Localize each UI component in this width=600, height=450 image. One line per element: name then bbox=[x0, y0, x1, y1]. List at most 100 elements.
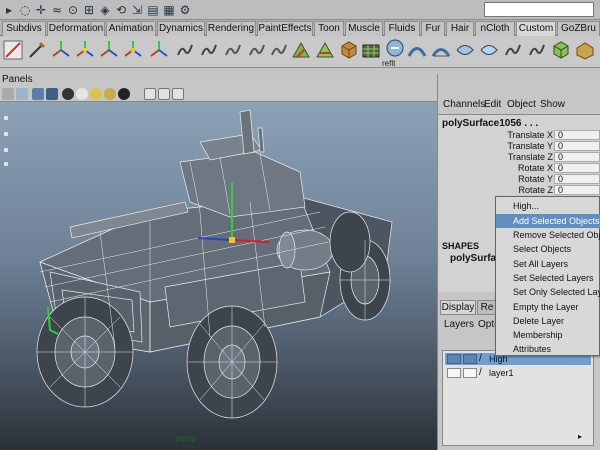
attribute-label[interactable]: Translate X bbox=[507, 130, 553, 140]
shelf-tab-custom[interactable]: Custom bbox=[516, 21, 556, 36]
shelf-tab-deformation[interactable]: Deformation bbox=[47, 21, 105, 36]
resolution-gate-icon[interactable] bbox=[172, 88, 184, 100]
shelf-bend-icon[interactable] bbox=[406, 39, 428, 61]
textured-icon[interactable] bbox=[46, 88, 58, 100]
input-ops-icon[interactable]: ⇲ bbox=[130, 3, 144, 17]
shelf-tab-gozbrush[interactable]: GoZBru bbox=[557, 21, 600, 36]
lasso-tool-icon[interactable]: ◌ bbox=[18, 3, 32, 17]
history-icon[interactable]: ⟲ bbox=[114, 3, 128, 17]
shelf-wave-icon[interactable] bbox=[526, 39, 548, 61]
layer-row-layer1[interactable]: / layer1 bbox=[445, 367, 591, 379]
camera-icon[interactable] bbox=[2, 88, 14, 100]
attribute-value-field[interactable]: 0 bbox=[554, 163, 600, 173]
menu-item-add-selected[interactable]: Add Selected Objects bbox=[496, 214, 600, 228]
shelf-move-icon[interactable] bbox=[50, 39, 72, 61]
shadows-icon[interactable] bbox=[90, 88, 102, 100]
layers-menu[interactable]: Layers bbox=[444, 319, 474, 330]
menu-item-empty-layer[interactable]: Empty the Layer bbox=[496, 300, 600, 314]
shelf-tab-hair[interactable]: Hair bbox=[446, 21, 474, 36]
smooth-shade-icon[interactable] bbox=[32, 88, 44, 100]
shelf-mirror-icon[interactable] bbox=[454, 39, 476, 61]
snap-plane-icon[interactable]: ⊞ bbox=[82, 3, 96, 17]
shelf-tab-animation[interactable]: Animation bbox=[106, 21, 156, 36]
scroll-arrow-icon[interactable]: ▸ bbox=[578, 432, 582, 441]
shelf-uv-icon[interactable] bbox=[314, 39, 336, 61]
attribute-label[interactable]: Translate Z bbox=[508, 152, 553, 162]
panels-menu[interactable]: Panels bbox=[2, 74, 33, 86]
object-menu[interactable]: Object bbox=[507, 99, 536, 110]
render-settings-icon[interactable]: ⚙ bbox=[178, 3, 192, 17]
attribute-value-field[interactable]: 0 bbox=[554, 185, 600, 195]
shelf-wave-icon[interactable] bbox=[502, 39, 524, 61]
shelf-wave-icon[interactable] bbox=[246, 39, 268, 61]
shelf-wave-icon[interactable] bbox=[268, 39, 290, 61]
menu-item-select-objects[interactable]: Select Objects bbox=[496, 242, 600, 256]
shelf-cube-icon[interactable] bbox=[338, 39, 360, 61]
wireframe-icon[interactable] bbox=[16, 88, 28, 100]
render-frame-icon[interactable]: ▤ bbox=[146, 3, 160, 17]
shelf-mirror-icon[interactable] bbox=[478, 39, 500, 61]
shelf-swatch-icon[interactable] bbox=[2, 39, 24, 61]
xray-icon[interactable] bbox=[158, 88, 170, 100]
attribute-value-field[interactable]: 0 bbox=[554, 152, 600, 162]
tab-render[interactable]: Re bbox=[477, 300, 497, 315]
show-menu[interactable]: Show bbox=[540, 99, 565, 110]
edit-menu[interactable]: Edit bbox=[484, 99, 501, 110]
snap-curve-icon[interactable]: ≈ bbox=[50, 3, 64, 17]
snap-point-icon[interactable]: ⊙ bbox=[66, 3, 80, 17]
shelf-move-icon[interactable] bbox=[98, 39, 120, 61]
attribute-label[interactable]: Rotate X bbox=[518, 163, 553, 173]
shelf-wave-icon[interactable] bbox=[222, 39, 244, 61]
shelf-move-icon[interactable] bbox=[148, 39, 170, 61]
shelf-tab-ncloth[interactable]: nCloth bbox=[475, 21, 515, 36]
shelf-wave-icon[interactable] bbox=[174, 39, 196, 61]
shelf-reflect-icon[interactable] bbox=[384, 37, 404, 57]
shelf-mesh-icon[interactable] bbox=[360, 39, 382, 61]
attribute-label[interactable]: Rotate Y bbox=[518, 174, 553, 184]
shelf-move-icon[interactable] bbox=[122, 39, 144, 61]
shelf-tab-subdivs[interactable]: Subdivs bbox=[2, 21, 46, 36]
move-tool-icon[interactable]: ✛ bbox=[34, 3, 48, 17]
shelf-crate-icon[interactable] bbox=[574, 39, 596, 61]
vehicle-wireframe-model[interactable] bbox=[0, 102, 437, 450]
menu-item-set-selected-layers[interactable]: Set Selected Layers bbox=[496, 271, 600, 285]
attribute-value-field[interactable]: 0 bbox=[554, 141, 600, 151]
color-swatch-icon[interactable]: / bbox=[479, 367, 482, 378]
shelf-tab-fluids[interactable]: Fluids bbox=[384, 21, 420, 36]
checker-icon[interactable] bbox=[62, 88, 74, 100]
menu-item-remove-selected[interactable]: Remove Selected Objects bbox=[496, 228, 600, 242]
select-tool-icon[interactable]: ▸ bbox=[2, 3, 16, 17]
ipr-render-icon[interactable]: ▦ bbox=[162, 3, 176, 17]
menu-item-attributes[interactable]: Attributes bbox=[496, 342, 600, 356]
shelf-tab-painteffects[interactable]: PaintEffects bbox=[257, 21, 313, 36]
shelf-tab-fur[interactable]: Fur bbox=[421, 21, 445, 36]
shelf-brush-icon[interactable] bbox=[26, 39, 48, 61]
object-name[interactable]: polySurface1056 . . . bbox=[442, 118, 538, 129]
menu-item-delete-layer[interactable]: Delete Layer bbox=[496, 314, 600, 328]
quick-input-field[interactable] bbox=[484, 2, 594, 17]
lights-icon[interactable] bbox=[76, 88, 88, 100]
attribute-value-field[interactable]: 0 bbox=[554, 130, 600, 140]
layer-name[interactable]: layer1 bbox=[489, 367, 514, 379]
perspective-viewport[interactable]: persp bbox=[0, 102, 437, 450]
visibility-toggle[interactable] bbox=[447, 368, 461, 378]
shelf-cube-icon[interactable] bbox=[550, 39, 572, 61]
visibility-toggle[interactable] bbox=[447, 354, 461, 364]
shelf-tab-toon[interactable]: Toon bbox=[314, 21, 344, 36]
channels-menu[interactable]: Channels bbox=[443, 99, 485, 110]
menu-item-high[interactable]: High... bbox=[496, 199, 600, 213]
attribute-label[interactable]: Translate Y bbox=[507, 141, 553, 151]
menu-item-membership[interactable]: Membership bbox=[496, 328, 600, 342]
attribute-value-field[interactable]: 0 bbox=[554, 174, 600, 184]
display-type-toggle[interactable] bbox=[463, 354, 477, 364]
shelf-bend-icon[interactable] bbox=[430, 39, 452, 61]
display-type-toggle[interactable] bbox=[463, 368, 477, 378]
shelf-wave-icon[interactable] bbox=[198, 39, 220, 61]
shelf-tab-muscle[interactable]: Muscle bbox=[345, 21, 383, 36]
shelf-move-icon[interactable] bbox=[74, 39, 96, 61]
ambient-icon[interactable] bbox=[118, 88, 130, 100]
tab-display[interactable]: Display bbox=[440, 300, 476, 315]
isolate-icon[interactable] bbox=[144, 88, 156, 100]
shelf-tab-dynamics[interactable]: Dynamics bbox=[157, 21, 205, 36]
color-swatch-icon[interactable]: / bbox=[479, 353, 482, 364]
